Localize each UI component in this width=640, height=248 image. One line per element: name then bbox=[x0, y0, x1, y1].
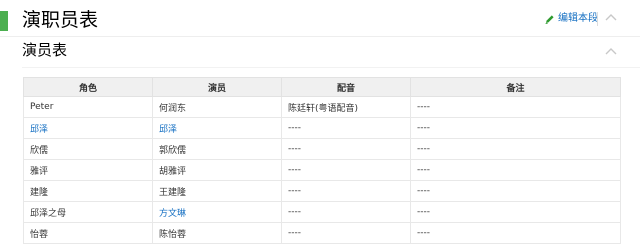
table-header-row: 角色 演员 配音 备注 bbox=[23, 77, 621, 97]
cell-dub: ---- bbox=[281, 159, 411, 181]
cell-notes: ---- bbox=[410, 159, 621, 181]
cast-table: 角色 演员 配音 备注 Peter 何润东 陈廷轩(粤语配音) ---- 邱泽 邱泽 ---… bbox=[23, 77, 621, 244]
cell-notes: ---- bbox=[410, 201, 621, 223]
table-row: 欣儒 郭欣儒 ---- ---- bbox=[23, 138, 621, 160]
cell-actor: 胡雅评 bbox=[152, 159, 282, 181]
cell-role[interactable]: 邱泽 bbox=[23, 117, 153, 139]
column-header-role: 角色 bbox=[23, 77, 153, 97]
edit-section-link[interactable]: 编辑本段 bbox=[545, 12, 598, 26]
chevron-up-icon[interactable] bbox=[604, 46, 618, 56]
cell-notes: ---- bbox=[410, 96, 621, 118]
cell-actor: 何润东 bbox=[152, 96, 282, 118]
cell-dub: ---- bbox=[281, 117, 411, 139]
cell-role: 建隆 bbox=[23, 180, 153, 202]
cell-notes: ---- bbox=[410, 180, 621, 202]
chevron-up-icon[interactable] bbox=[604, 12, 618, 22]
subsection-title: 演员表 bbox=[22, 41, 68, 59]
cell-notes: ---- bbox=[410, 222, 621, 244]
cell-dub: ---- bbox=[281, 180, 411, 202]
cell-role: Peter bbox=[23, 96, 153, 118]
cell-actor[interactable]: 方文琳 bbox=[152, 201, 282, 223]
table-row: 邱泽之母 方文琳 ---- ---- bbox=[23, 201, 621, 223]
cell-dub: 陈廷轩(粤语配音) bbox=[281, 96, 411, 118]
cell-actor: 陈怡蓉 bbox=[152, 222, 282, 244]
table-row: 建隆 王建隆 ---- ---- bbox=[23, 180, 621, 202]
cell-role: 邱泽之母 bbox=[23, 201, 153, 223]
cell-actor: 王建隆 bbox=[152, 180, 282, 202]
section-divider bbox=[0, 36, 640, 37]
section-accent-bar bbox=[0, 11, 8, 31]
edit-section-label: 编辑本段 bbox=[558, 13, 598, 24]
cell-role: 怡蓉 bbox=[23, 222, 153, 244]
cell-actor[interactable]: 邱泽 bbox=[152, 117, 282, 139]
table-row: Peter 何润东 陈廷轩(粤语配音) ---- bbox=[23, 96, 621, 118]
table-row: 邱泽 邱泽 ---- ---- bbox=[23, 117, 621, 139]
column-header-dub: 配音 bbox=[281, 77, 411, 97]
cell-dub: ---- bbox=[281, 138, 411, 160]
column-header-actor: 演员 bbox=[152, 77, 282, 97]
section-title: 演职员表 bbox=[22, 9, 99, 31]
cell-role: 雅评 bbox=[23, 159, 153, 181]
subsection-divider bbox=[22, 67, 640, 68]
column-header-notes: 备注 bbox=[410, 77, 621, 97]
cell-dub: ---- bbox=[281, 201, 411, 223]
cell-role: 欣儒 bbox=[23, 138, 153, 160]
pencil-icon bbox=[545, 14, 555, 24]
cell-notes: ---- bbox=[410, 138, 621, 160]
cell-notes: ---- bbox=[410, 117, 621, 139]
toolbar-divider bbox=[597, 12, 598, 26]
cell-actor: 郭欣儒 bbox=[152, 138, 282, 160]
table-row: 雅评 胡雅评 ---- ---- bbox=[23, 159, 621, 181]
cell-dub: ---- bbox=[281, 222, 411, 244]
table-row: 怡蓉 陈怡蓉 ---- ---- bbox=[23, 222, 621, 244]
